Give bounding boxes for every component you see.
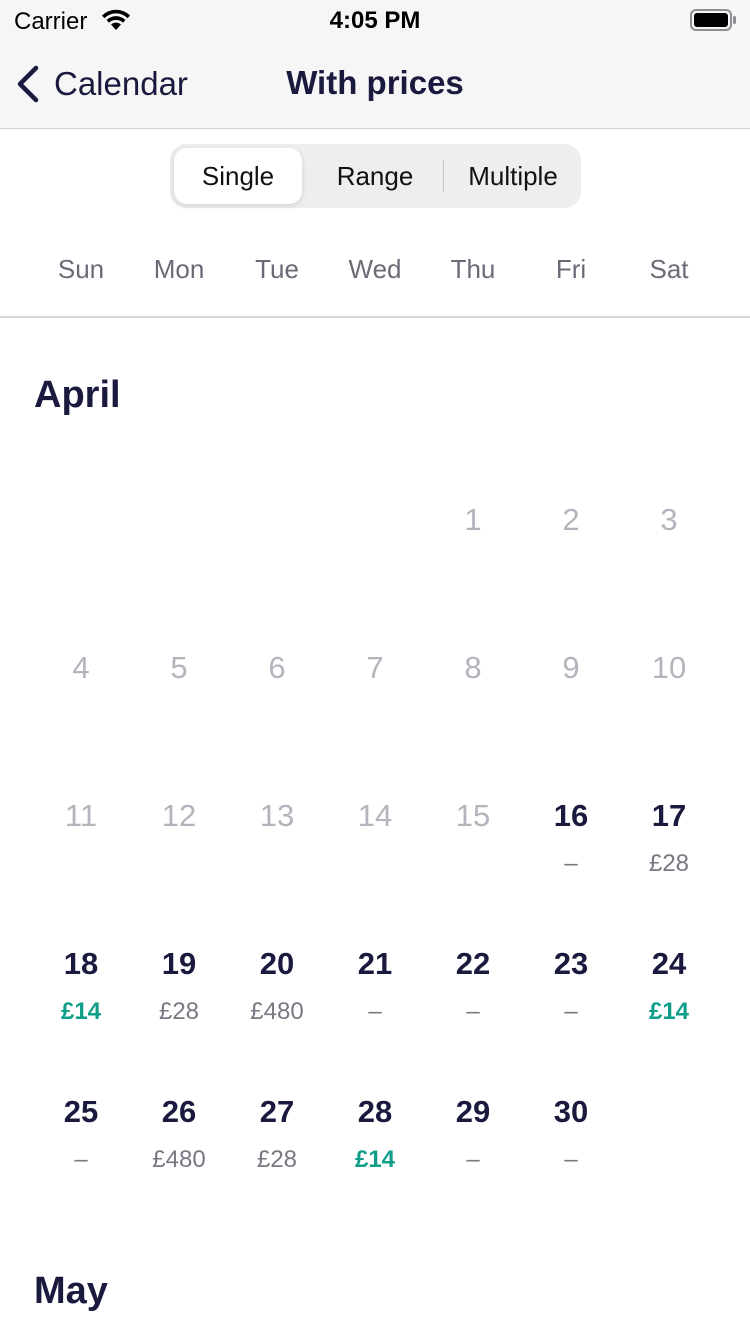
day-price: £480 (250, 998, 304, 1025)
weekday-tue: Tue (255, 254, 299, 284)
day-cell: 2 (522, 500, 620, 648)
day-cell[interactable]: 23 – (522, 944, 620, 1092)
weekday-fri: Fri (555, 254, 587, 284)
day-price: – (466, 998, 480, 1025)
weekday-wed: Wed (348, 254, 402, 284)
month-title-may: May (34, 1270, 108, 1312)
day-price: £480 (152, 1146, 206, 1173)
day-cell[interactable]: 27 £28 (228, 1092, 326, 1240)
day-cell[interactable]: 21 – (326, 944, 424, 1092)
segment-divider (443, 160, 444, 192)
day-price: – (564, 998, 578, 1025)
weekday-thu: Thu (450, 254, 496, 284)
day-number: 17 (651, 798, 687, 833)
day-number: 8 (464, 650, 482, 685)
day-price: £14 (60, 998, 102, 1025)
weekday-sat: Sat (649, 254, 689, 284)
day-number: 3 (660, 502, 678, 537)
day-cell: 9 (522, 648, 620, 796)
day-number: 29 (455, 1094, 491, 1129)
day-price: £28 (158, 998, 200, 1025)
weekday-sun: Sun (57, 254, 105, 284)
day-cell[interactable]: 22 – (424, 944, 522, 1092)
day-number: 15 (455, 798, 491, 833)
day-cell: 13 (228, 796, 326, 944)
day-cell: 10 (620, 648, 718, 796)
weekday-header: Sun Mon Tue Wed Thu Fri Sat (0, 230, 750, 318)
status-time: 4:05 PM (329, 7, 421, 34)
day-cell: 14 (326, 796, 424, 944)
day-number: 30 (553, 1094, 589, 1129)
day-price: £14 (354, 1146, 396, 1173)
day-cell: 6 (228, 648, 326, 796)
day-cell: 1 (424, 500, 522, 648)
day-cell[interactable]: 16 – (522, 796, 620, 944)
day-cell: 4 (32, 648, 130, 796)
day-number: 26 (161, 1094, 197, 1129)
day-number: 4 (72, 650, 90, 685)
day-price: – (564, 1146, 578, 1173)
day-cell[interactable]: 17 £28 (620, 796, 718, 944)
day-number: 19 (161, 946, 197, 981)
day-cell: 8 (424, 648, 522, 796)
day-number: 7 (366, 650, 384, 685)
day-cell[interactable]: 29 – (424, 1092, 522, 1240)
month-title-april: April (34, 374, 121, 416)
battery-icon (690, 9, 736, 31)
day-number: 10 (651, 650, 687, 685)
day-cell: 3 (620, 500, 718, 648)
day-price: – (564, 850, 578, 877)
day-price: – (368, 998, 382, 1025)
status-bar: Carrier 4:05 PM (0, 0, 750, 40)
day-price: £14 (648, 998, 690, 1025)
day-cell: 5 (130, 648, 228, 796)
day-number: 5 (170, 650, 188, 685)
page-title: With prices (286, 64, 464, 101)
segment-single[interactable]: Single (174, 148, 302, 204)
day-number: 28 (357, 1094, 393, 1129)
day-number: 21 (357, 946, 393, 981)
day-price: £28 (648, 850, 690, 877)
day-number: 16 (553, 798, 589, 833)
day-cell[interactable]: 20 £480 (228, 944, 326, 1092)
day-cell: 15 (424, 796, 522, 944)
day-cell[interactable]: 30 – (522, 1092, 620, 1240)
day-number: 1 (464, 502, 482, 537)
day-number: 27 (259, 1094, 295, 1129)
day-cell[interactable]: 18 £14 (32, 944, 130, 1092)
day-price: – (74, 1146, 88, 1173)
segment-range[interactable]: Range (311, 148, 439, 204)
selection-mode-segmented-control: Single Range Multiple (170, 144, 581, 208)
day-cell[interactable]: 24 £14 (620, 944, 718, 1092)
day-cell: 12 (130, 796, 228, 944)
day-number: 25 (63, 1094, 99, 1129)
day-cell[interactable]: 28 £14 (326, 1092, 424, 1240)
day-cell[interactable]: 19 £28 (130, 944, 228, 1092)
day-number: 13 (259, 798, 295, 833)
day-price: £28 (256, 1146, 298, 1173)
day-price: – (466, 1146, 480, 1173)
day-cell: 11 (32, 796, 130, 944)
day-cell[interactable]: 26 £480 (130, 1092, 228, 1240)
day-number: 11 (64, 798, 98, 833)
day-number: 18 (63, 946, 99, 981)
day-number: 9 (562, 650, 580, 685)
day-number: 24 (651, 946, 687, 981)
day-number: 23 (553, 946, 589, 981)
day-number: 22 (455, 946, 491, 981)
day-number: 14 (357, 798, 393, 833)
day-number: 6 (268, 650, 286, 685)
navigation-bar: Calendar With prices (0, 40, 750, 129)
day-number: 12 (161, 798, 197, 833)
day-number: 2 (562, 502, 580, 537)
day-number: 20 (259, 946, 295, 981)
segment-multiple[interactable]: Multiple (449, 148, 577, 204)
day-cell: 7 (326, 648, 424, 796)
weekday-mon: Mon (153, 254, 205, 284)
day-cell[interactable]: 25 – (32, 1092, 130, 1240)
